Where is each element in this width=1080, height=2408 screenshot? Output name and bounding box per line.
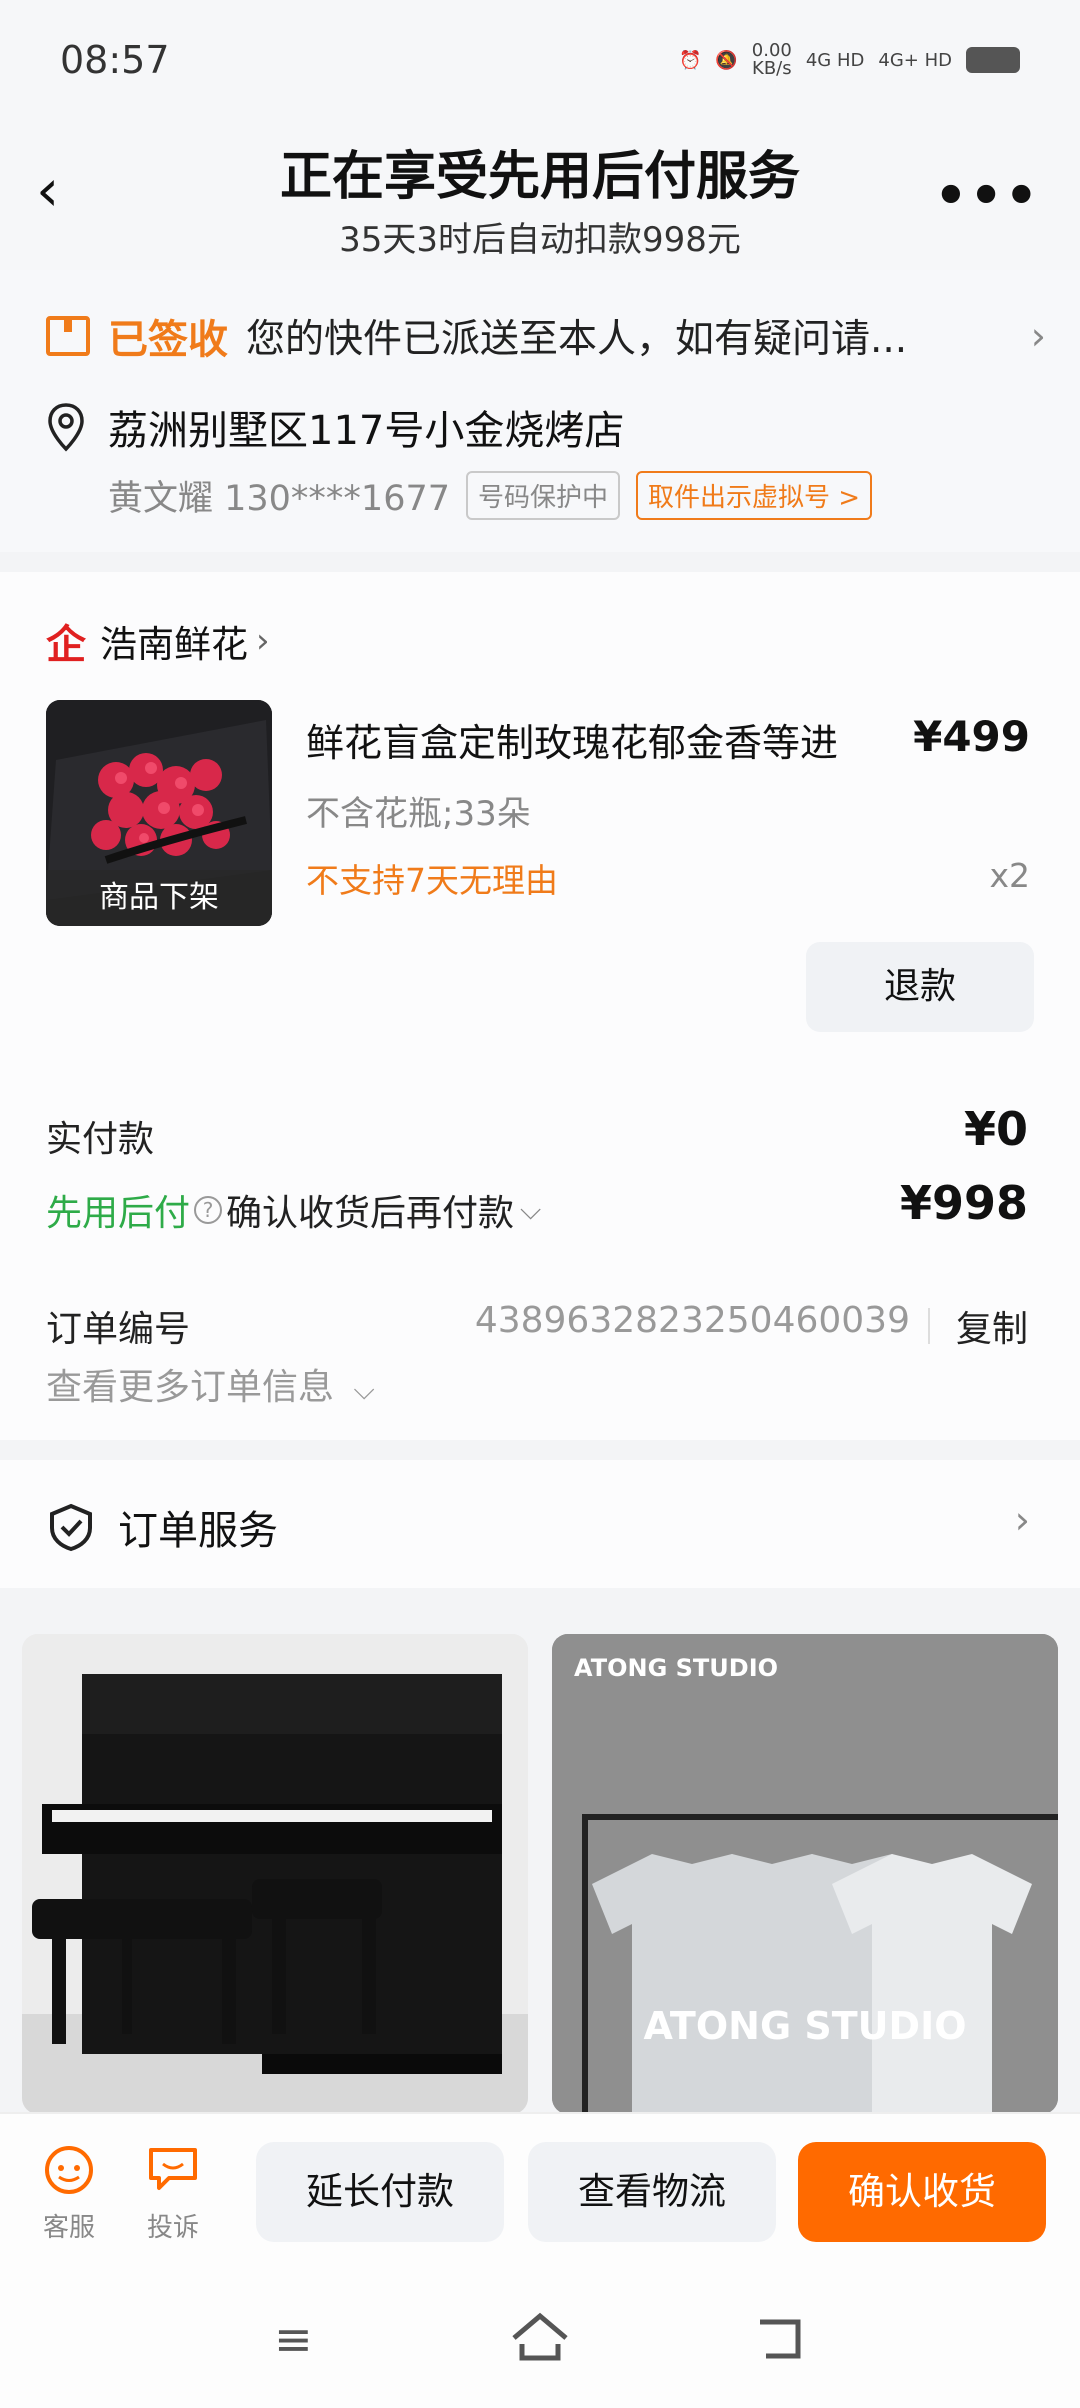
- more-order-info-label: 查看更多订单信息: [46, 1367, 335, 1408]
- contact-info: 黄文耀 130****1677: [108, 479, 451, 519]
- net-speed: 0.00 KB/s: [752, 42, 792, 78]
- recommend-card-piano[interactable]: [22, 1634, 528, 2114]
- bottom-action-bar: 客服 投诉 延长付款 查看物流 确认收货: [0, 2112, 1080, 2262]
- home-icon[interactable]: [508, 2310, 572, 2366]
- page-header: ‹ 正在享受先用后付服务 35天3时后自动扣款998元 •••: [0, 120, 1080, 270]
- order-number: 4389632823250460039: [474, 1300, 910, 1341]
- shield-check-icon: [50, 1503, 92, 1552]
- return-policy-note: 不支持7天无理由: [306, 861, 558, 900]
- more-order-info[interactable]: 查看更多订单信息 ⌵: [46, 1358, 375, 1410]
- package-icon: [46, 316, 90, 356]
- bnpl-label: 先用后付: [46, 1193, 191, 1234]
- location-pin-icon: [48, 403, 84, 452]
- copy-button[interactable]: 复制: [956, 1300, 1028, 1352]
- more-dots-icon[interactable]: •••: [934, 166, 1040, 226]
- view-logistics-button[interactable]: 查看物流: [528, 2142, 776, 2242]
- delivery-address: 荔洲别墅区117号小金烧烤店: [108, 408, 625, 454]
- shop-icon: 企: [46, 622, 86, 668]
- signal-2: 4G+ HD: [878, 49, 952, 71]
- divider: [928, 1308, 930, 1344]
- shop-name: 浩南鲜花: [100, 623, 248, 666]
- product-quantity: x2: [989, 856, 1030, 895]
- complaint-button[interactable]: 投诉: [138, 2144, 208, 2244]
- page-subtitle: 35天3时后自动扣款998元: [339, 220, 741, 260]
- complaint-icon: [149, 2148, 197, 2190]
- shop-row[interactable]: 企 浩南鲜花 ›: [46, 612, 270, 670]
- chevron-down-icon: ⌵: [520, 1193, 542, 1226]
- product-thumbnail[interactable]: 商品下架: [46, 700, 272, 926]
- system-nav-bar: ≡: [0, 2262, 1080, 2408]
- back-nav-icon[interactable]: [752, 2312, 808, 2364]
- status-icons: ⏰ 🔕 0.00 KB/s 4G HD 4G+ HD: [679, 42, 1020, 78]
- help-icon[interactable]: ?: [194, 1196, 223, 1224]
- mute-icon: 🔕: [715, 49, 738, 71]
- logistics-message: 您的快件已派送至本人，如有疑问请...: [246, 317, 908, 362]
- customer-service-icon: [45, 2146, 93, 2194]
- paid-amount: ¥0: [963, 1102, 1028, 1156]
- bnpl-desc: 确认收货后再付款: [226, 1193, 515, 1234]
- delisted-label: 商品下架: [46, 870, 272, 926]
- bnpl-row[interactable]: 先用后付 ? 确认收货后再付款 ⌵: [46, 1184, 541, 1236]
- piano-image: [22, 1634, 528, 2114]
- chevron-right-icon: ›: [1014, 1498, 1030, 1542]
- complaint-label: 投诉: [146, 2213, 199, 2243]
- battery-icon: [966, 47, 1020, 73]
- chevron-right-icon: ›: [1030, 314, 1046, 358]
- number-protect-tag: 号码保护中: [466, 471, 621, 520]
- paid-label: 实付款: [46, 1119, 155, 1160]
- brand-logo-small: ATONG STUDIO: [574, 1654, 779, 1682]
- chevron-down-icon: ⌵: [353, 1373, 375, 1406]
- page-title: 正在享受先用后付服务: [279, 147, 800, 207]
- signal-1: 4G HD: [805, 49, 865, 71]
- status-time: 08:57: [60, 38, 170, 82]
- logistics-status-row[interactable]: 已签收 您的快件已派送至本人，如有疑问请... ›: [46, 306, 1046, 366]
- logistics-status: 已签收: [108, 317, 228, 363]
- customer-service-button[interactable]: 客服: [34, 2144, 104, 2244]
- confirm-receipt-button[interactable]: 确认收货: [798, 2142, 1046, 2242]
- order-service-label: 订单服务: [118, 1508, 278, 1554]
- menu-icon[interactable]: ≡: [274, 2312, 313, 2366]
- product-spec: 不含花瓶;33朵: [306, 794, 531, 834]
- status-bar: 08:57 ⏰ 🔕 0.00 KB/s 4G HD 4G+ HD: [0, 0, 1080, 130]
- order-card: 企 浩南鲜花 › 商品下架 鲜花盲盒定制玫瑰花郁金香等进 ¥499 不含花瓶;3…: [0, 572, 1080, 1440]
- address-row: 荔洲别墅区117号小金烧烤店: [46, 398, 624, 456]
- order-number-label: 订单编号: [46, 1309, 191, 1350]
- product-name[interactable]: 鲜花盲盒定制玫瑰花郁金香等进: [306, 712, 838, 767]
- extend-payment-button[interactable]: 延长付款: [256, 2142, 504, 2242]
- customer-service-label: 客服: [42, 2213, 95, 2243]
- brand-logo-large: ATONG STUDIO: [643, 2004, 967, 2048]
- contact-row: 黄文耀 130****1677 号码保护中 取件出示虚拟号 >: [108, 470, 873, 521]
- alarm-icon: ⏰: [678, 49, 702, 71]
- refund-button[interactable]: 退款: [806, 942, 1034, 1032]
- product-price: ¥499: [913, 712, 1030, 761]
- order-service-row[interactable]: 订单服务 ›: [0, 1460, 1080, 1588]
- chevron-right-icon: ›: [256, 621, 270, 661]
- bnpl-amount: ¥998: [899, 1176, 1028, 1230]
- logistics-card: 已签收 您的快件已派送至本人，如有疑问请... › 荔洲别墅区117号小金烧烤店…: [0, 270, 1080, 552]
- net-speed-unit: KB/s: [752, 58, 792, 79]
- recommend-card-tshirt[interactable]: ATONG STUDIO ATONG STUDIO: [552, 1634, 1058, 2114]
- virtual-number-button[interactable]: 取件出示虚拟号 >: [636, 471, 873, 520]
